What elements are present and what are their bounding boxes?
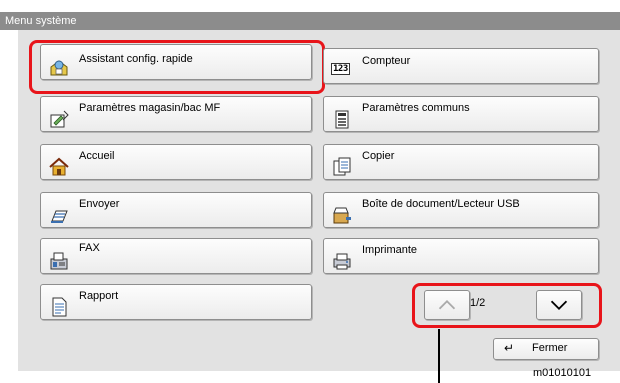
document-box-icon (333, 207, 351, 224)
counter-label: Compteur (362, 55, 411, 67)
quick-setup-highlight (29, 40, 325, 94)
counter-icon: 123 (331, 63, 350, 75)
fax-button[interactable]: FAX (40, 238, 312, 274)
home-label: Accueil (79, 150, 115, 162)
printer-label: Imprimante (362, 244, 418, 256)
callout-line (438, 329, 440, 383)
report-icon (52, 297, 67, 317)
report-label: Rapport (79, 290, 119, 302)
common-settings-label: Paramètres communs (362, 102, 470, 114)
copy-icon (333, 157, 351, 176)
printer-button[interactable]: Imprimante (323, 238, 599, 274)
send-button[interactable]: Envoyer (40, 192, 312, 228)
document-box-button[interactable]: Boîte de document/Lecteur USB (323, 192, 599, 228)
cassette-mp-settings-button[interactable]: Paramètres magasin/bac MF (40, 96, 312, 132)
home-button[interactable]: Accueil (40, 144, 312, 180)
send-label: Envoyer (79, 198, 120, 210)
document-box-label: Boîte de document/Lecteur USB (362, 198, 520, 210)
home-icon (49, 157, 69, 176)
common-settings-icon (335, 110, 349, 129)
close-button[interactable]: ↵ Fermer (493, 338, 599, 360)
fax-icon (50, 252, 68, 270)
return-icon: ↵ (504, 341, 515, 355)
paper-tray-icon (50, 110, 69, 128)
close-label: Fermer (532, 342, 568, 354)
copy-label: Copier (362, 150, 395, 162)
figure-reference: m01010101 (533, 367, 592, 379)
copy-button[interactable]: Copier (323, 144, 599, 180)
cassette-mp-settings-label: Paramètres magasin/bac MF (79, 102, 221, 114)
report-button[interactable]: Rapport (40, 284, 312, 320)
window-title: Menu système (0, 12, 620, 30)
pagination-highlight (412, 283, 602, 328)
counter-button[interactable]: 123 Compteur (323, 48, 599, 84)
common-settings-button[interactable]: Paramètres communs (323, 96, 599, 132)
printer-icon (333, 253, 351, 270)
send-icon (51, 210, 68, 223)
fax-label: FAX (79, 242, 100, 254)
